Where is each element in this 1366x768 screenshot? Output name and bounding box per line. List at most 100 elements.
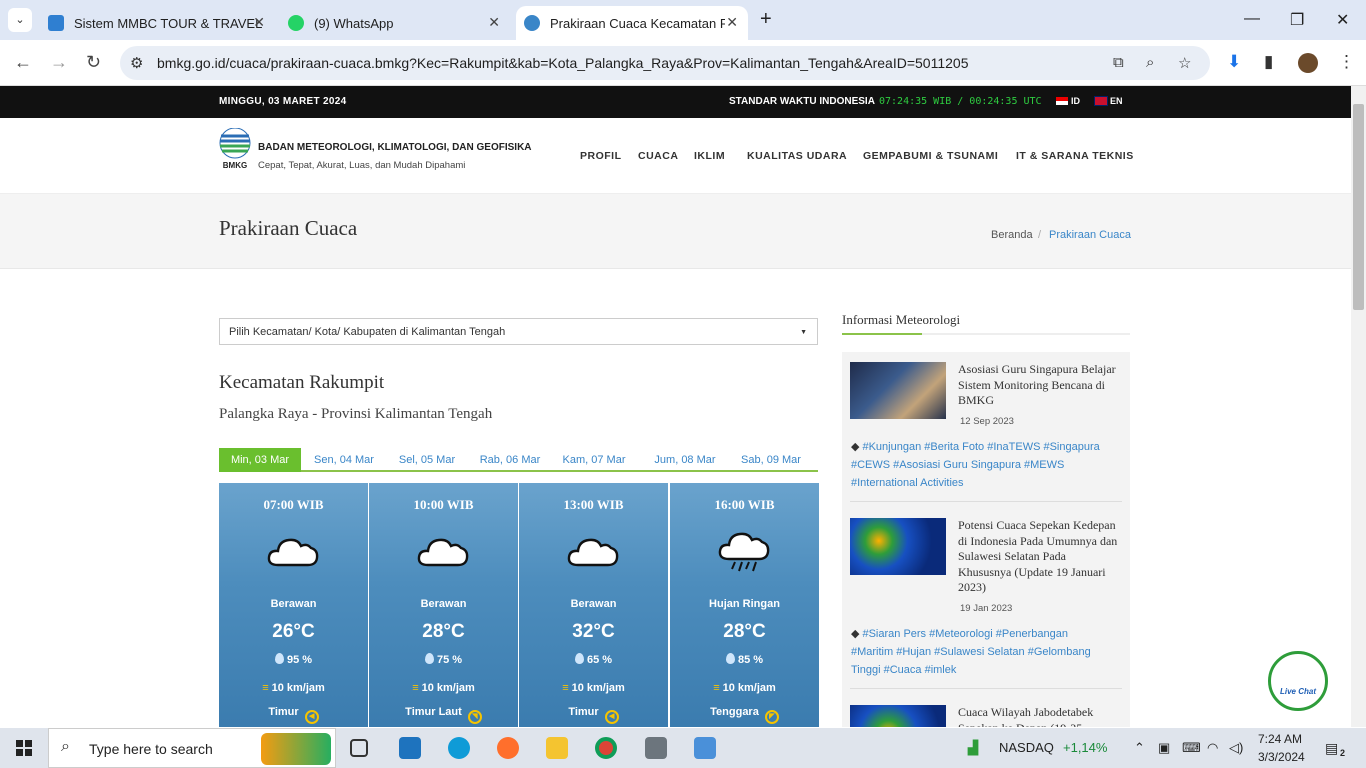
notifications-count: 2 xyxy=(1340,748,1346,758)
compass-arrow-icon: ◤ xyxy=(764,710,779,724)
nav-gempabumi[interactable]: GEMPABUMI & TSUNAMI xyxy=(863,150,998,162)
tab-day-0[interactable]: Min, 03 Mar xyxy=(219,448,301,472)
tab-close-icon[interactable]: ✕ xyxy=(726,14,738,31)
article-tag-list[interactable]: #Siaran Pers #Meteorologi #Penerbangan #… xyxy=(851,628,1091,676)
windows-start-icon[interactable] xyxy=(16,740,32,756)
minimize-icon[interactable]: — xyxy=(1244,10,1260,28)
tray-ime-icon[interactable]: ⌨ xyxy=(1182,740,1201,756)
forecast-humidity: 85 % xyxy=(670,653,819,666)
site-info-icon[interactable]: ⚙ xyxy=(130,54,143,72)
tray-time[interactable]: 7:24 AM xyxy=(1258,732,1302,746)
article-title[interactable]: Cuaca Wilayah Jabodetabek Sepekan ke Dep… xyxy=(958,705,1118,727)
profile-avatar[interactable] xyxy=(1298,53,1318,73)
org-name: BADAN METEOROLOGI, KLIMATOLOGI, DAN GEOF… xyxy=(258,142,532,153)
edge-icon[interactable] xyxy=(448,737,470,759)
forecast-card[interactable]: 07:00 WIB Berawan 26°C 95 % ≡ 10 km/jam T… xyxy=(219,483,368,727)
tab-whatsapp[interactable]: (9) WhatsApp ✕ xyxy=(280,6,510,40)
sidebar-title: Informasi Meteorologi xyxy=(842,312,961,327)
calculator-icon[interactable] xyxy=(645,737,667,759)
tab-day-2[interactable]: Sel, 05 Mar xyxy=(391,448,463,472)
lang-en-link[interactable]: EN xyxy=(1094,96,1123,106)
volume-icon[interactable]: ◁) xyxy=(1229,740,1243,756)
download-icon[interactable]: ⬇ xyxy=(1227,52,1241,72)
breadcrumb-home[interactable]: Beranda xyxy=(991,229,1033,241)
article-image[interactable] xyxy=(850,362,946,419)
location-select[interactable]: Pilih Kecamatan/ Kota/ Kabupaten di Kali… xyxy=(219,318,818,345)
compass-arrow-icon: ◀ xyxy=(604,710,619,724)
notifications-icon[interactable]: ▤ xyxy=(1325,740,1338,757)
mail-icon[interactable] xyxy=(399,737,421,759)
task-view-icon[interactable] xyxy=(350,739,368,757)
stock-name[interactable]: NASDAQ xyxy=(999,740,1054,755)
bookmark-star-icon[interactable]: ☆ xyxy=(1178,54,1191,72)
breadcrumb-current: Prakiraan Cuaca xyxy=(1049,229,1131,241)
address-bar[interactable]: ⚙ bmkg.go.id/cuaca/prakiraan-cuaca.bmkg?… xyxy=(120,46,1210,80)
side-panel-icon[interactable]: ▮ xyxy=(1264,52,1273,72)
tab-day-1[interactable]: Sen, 04 Mar xyxy=(307,448,381,472)
nav-cuaca[interactable]: CUACA xyxy=(638,150,678,162)
menu-dots-icon[interactable]: ⋮ xyxy=(1338,52,1355,72)
wind-value: 10 km/jam xyxy=(571,682,625,694)
forecast-temperature: 28°C xyxy=(723,621,766,642)
nav-kualitas-udara[interactable]: KUALITAS UDARA xyxy=(747,150,847,162)
site-topbar: MINGGU, 03 MARET 2024 STANDAR WAKTU INDO… xyxy=(0,86,1351,118)
forecast-card[interactable]: 16:00 WIB Hujan Ringan 28°C 85 % ≡ 10 km/… xyxy=(670,483,819,727)
tab-close-icon[interactable]: ✕ xyxy=(253,14,265,31)
forecast-direction: Timur ◀ xyxy=(219,706,368,724)
forecast-card[interactable]: 10:00 WIB Berawan 28°C 75 % ≡ 10 km/jam T… xyxy=(369,483,518,727)
forecast-condition: Berawan xyxy=(570,598,617,610)
file-explorer-icon[interactable] xyxy=(546,737,568,759)
tray-chevron-up-icon[interactable]: ⌃ xyxy=(1134,740,1145,756)
cloud-icon xyxy=(567,538,619,567)
article-title[interactable]: Asosiasi Guru Singapura Belajar Sistem M… xyxy=(958,362,1118,409)
restore-icon[interactable]: ❐ xyxy=(1290,10,1304,30)
forward-icon[interactable]: → xyxy=(50,52,68,73)
tab-day-5[interactable]: Jum, 08 Mar xyxy=(647,448,723,472)
tab-day-6[interactable]: Sab, 09 Mar xyxy=(734,448,808,472)
article-image[interactable] xyxy=(850,705,946,727)
nav-it-sarana[interactable]: IT & SARANA TEKNIS xyxy=(1016,150,1134,162)
taskbar-search-box[interactable]: ⌕ Type here to search xyxy=(48,728,336,768)
lang-id-link[interactable]: ID xyxy=(1056,96,1080,106)
tab-prakiraan-cuaca[interactable]: Prakiraan Cuaca Kecamatan Rak ✕ xyxy=(516,6,748,40)
tag-icon: ◆ xyxy=(851,628,860,640)
search-icon: ⌕ xyxy=(61,738,70,755)
article-title[interactable]: Potensi Cuaca Sepekan Kedepan di Indones… xyxy=(958,518,1118,596)
new-tab-icon[interactable]: + xyxy=(760,8,772,31)
translate-icon[interactable]: ⧉ xyxy=(1113,54,1124,71)
live-chat-button[interactable]: Live Chat xyxy=(1268,651,1328,711)
back-icon[interactable]: ← xyxy=(14,52,32,73)
zoom-icon[interactable]: ⌕ xyxy=(1146,54,1154,71)
forecast-wind: ≡ 10 km/jam xyxy=(670,682,819,694)
forecast-time: 07:00 WIB xyxy=(263,497,324,512)
humidity-value: 85 % xyxy=(737,654,764,666)
tab-close-icon[interactable]: ✕ xyxy=(488,14,500,31)
forecast-humidity: 65 % xyxy=(519,653,668,666)
article-image[interactable] xyxy=(850,518,946,575)
url-text: bmkg.go.id/cuaca/prakiraan-cuaca.bmkg?Ke… xyxy=(157,55,969,71)
tray-device-icon[interactable]: ▣ xyxy=(1158,740,1170,756)
article-divider xyxy=(850,501,1122,502)
forecast-card[interactable]: 13:00 WIB Berawan 32°C 65 % ≡ 10 km/jam T… xyxy=(519,483,668,727)
reload-icon[interactable]: ↻ xyxy=(86,52,101,73)
chrome-icon[interactable] xyxy=(595,737,617,759)
time-clock: 07:24:35 WIB / 00:24:35 UTC xyxy=(879,96,1042,107)
nav-iklim[interactable]: IKLIM xyxy=(694,150,725,162)
close-window-icon[interactable]: ✕ xyxy=(1336,10,1349,30)
tab-search-button[interactable]: ⌄ xyxy=(8,8,32,32)
bmkg-logo[interactable]: BMKG xyxy=(219,128,251,170)
tab-title: Sistem MMBC TOUR & TRAVEL xyxy=(74,15,263,31)
tab-mmbc[interactable]: Sistem MMBC TOUR & TRAVEL ✕ xyxy=(40,6,275,40)
tab-day-3[interactable]: Rab, 06 Mar xyxy=(474,448,546,472)
firefox-icon[interactable] xyxy=(497,737,519,759)
nav-profil[interactable]: PROFIL xyxy=(580,150,622,162)
caret-down-icon: ▼ xyxy=(800,329,807,336)
tray-date[interactable]: 3/3/2024 xyxy=(1258,750,1305,764)
scrollbar-thumb[interactable] xyxy=(1353,104,1364,310)
wifi-icon[interactable]: ◠ xyxy=(1207,740,1218,756)
page-scrollbar[interactable] xyxy=(1351,86,1366,727)
article-tag-list[interactable]: #Kunjungan #Berita Foto #InaTEWS #Singap… xyxy=(851,441,1100,489)
direction-value: Timur Laut xyxy=(405,706,462,718)
paint-icon[interactable] xyxy=(694,737,716,759)
tab-day-4[interactable]: Kam, 07 Mar xyxy=(558,448,630,472)
